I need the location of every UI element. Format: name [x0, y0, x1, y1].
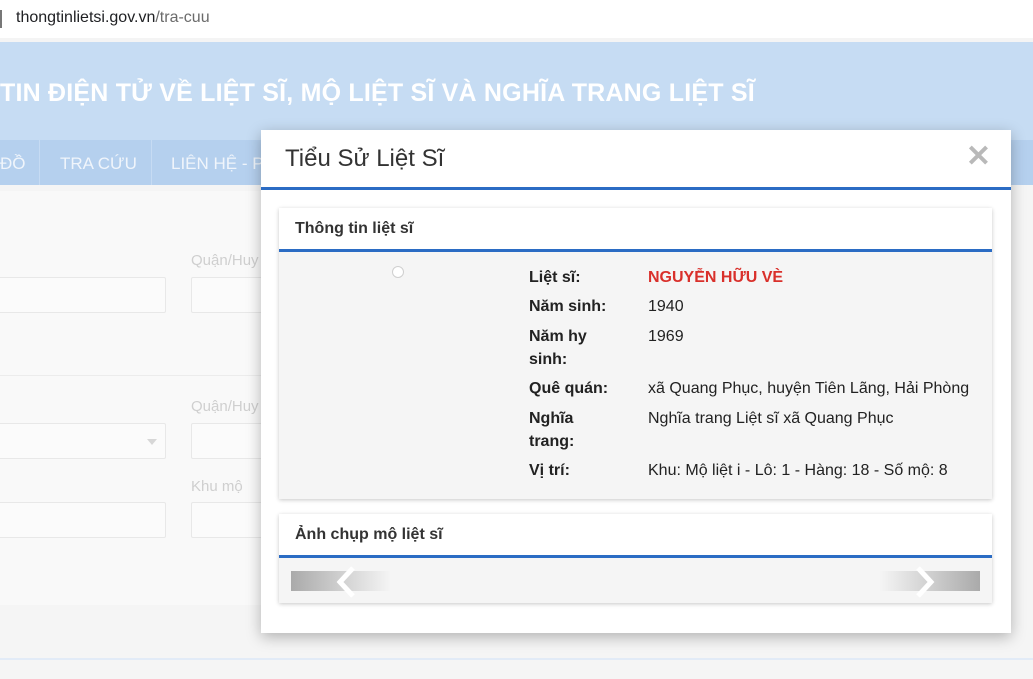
- info-card-header: Thông tin liệt sĩ: [279, 208, 992, 252]
- photo-card-header: Ảnh chụp mộ liệt sĩ: [279, 514, 992, 558]
- cemetery-value: Nghĩa trang Liệt sĩ xã Quang Phục: [648, 410, 894, 427]
- hometown-value: xã Quang Phục, huyện Tiên Lãng, Hải Phòn…: [648, 380, 970, 397]
- grave-photo-card: Ảnh chụp mộ liệt sĩ: [279, 514, 992, 603]
- martyr-biography-modal: Tiểu Sử Liệt Sĩ ✕ Thông tin liệt sĩ Liệt…: [261, 130, 1011, 633]
- label-death-year: Năm hy sinh:: [529, 328, 587, 368]
- label-birth-year: Năm sinh:: [529, 298, 607, 315]
- label-cemetery: Nghĩa trang:: [529, 410, 575, 450]
- birth-year-value: 1940: [648, 298, 684, 315]
- info-card-body: Liệt sĩ: NGUYỄN HỮU VÈ Năm sinh: 1940 Nă…: [279, 252, 992, 499]
- martyr-name: NGUYỄN HỮU VÈ: [648, 269, 784, 286]
- photo-section-title: Ảnh chụp mộ liệt sĩ: [295, 526, 443, 543]
- death-year-value: 1969: [648, 328, 684, 345]
- close-icon[interactable]: ✕: [966, 142, 991, 172]
- url-path: /tra-cuu: [155, 9, 210, 26]
- browser-address-bar[interactable]: thongtinlietsi.gov.vn/tra-cuu: [0, 0, 1033, 39]
- chevron-right-icon: [916, 566, 935, 598]
- url-text[interactable]: thongtinlietsi.gov.vn/tra-cuu: [16, 9, 210, 27]
- slider-next-button[interactable]: [880, 566, 980, 598]
- label-location: Vị trí:: [529, 462, 570, 479]
- martyr-photo: [392, 266, 404, 278]
- text-cursor: [0, 10, 2, 28]
- location-value: Khu: Mộ liệt i - Lô: 1 - Hàng: 18 - Số m…: [648, 462, 948, 479]
- url-host: thongtinlietsi.gov.vn: [16, 9, 156, 26]
- label-martyr: Liệt sĩ:: [529, 269, 581, 286]
- martyr-info-card: Thông tin liệt sĩ Liệt sĩ: NGUYỄN HỮU VÈ…: [279, 208, 992, 499]
- photo-card-body: [279, 558, 992, 603]
- chevron-left-icon: [336, 566, 355, 598]
- modal-header: Tiểu Sử Liệt Sĩ ✕: [261, 130, 1011, 190]
- label-hometown: Quê quán:: [529, 380, 609, 397]
- modal-title: Tiểu Sử Liệt Sĩ: [285, 145, 445, 172]
- slider-prev-button[interactable]: [291, 566, 391, 598]
- info-section-title: Thông tin liệt sĩ: [295, 220, 414, 237]
